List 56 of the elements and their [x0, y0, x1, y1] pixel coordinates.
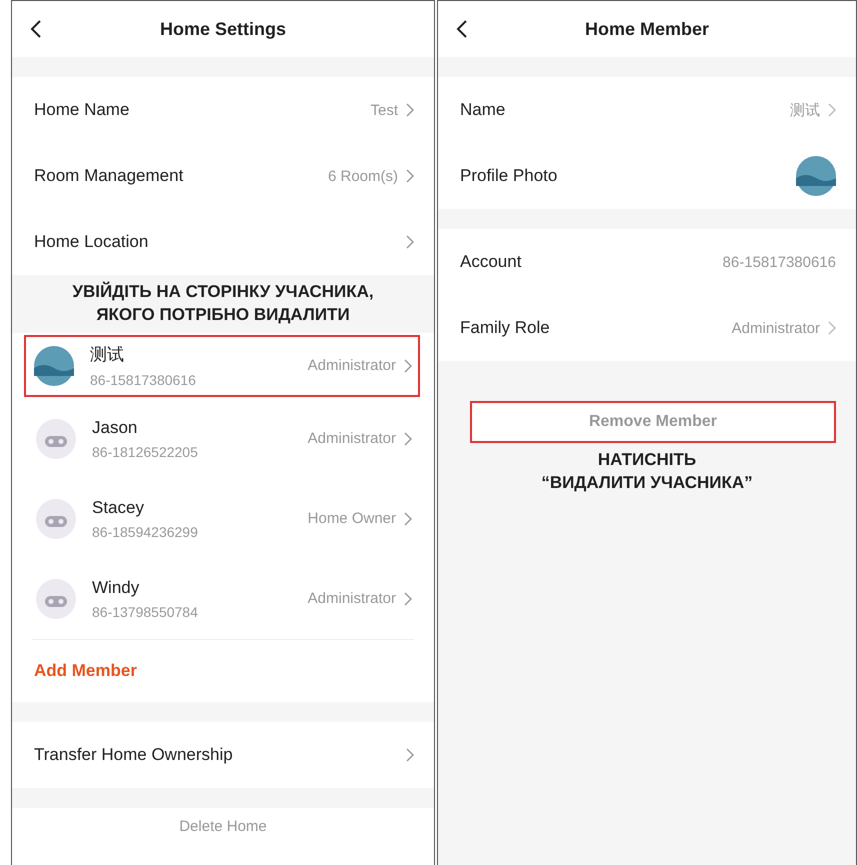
row-label: Room Management: [34, 166, 184, 186]
member-account: 86-18594236299: [92, 524, 199, 540]
row-label: Account: [460, 252, 522, 272]
member-role: Administrator: [308, 430, 396, 448]
chevron-icon: [406, 103, 414, 117]
row-label: Home Location: [34, 232, 148, 252]
settings-row[interactable]: Transfer Home Ownership: [12, 722, 434, 788]
row-label: Family Role: [460, 318, 550, 338]
settings-row[interactable]: Room Management 6 Room(s): [12, 143, 434, 209]
member-name: 测试: [90, 344, 125, 366]
chevron-icon: [406, 235, 414, 249]
default-avatar-icon: [36, 418, 76, 459]
member-name: Stacey: [92, 498, 145, 518]
chevron-icon: [404, 432, 412, 446]
chevron-icon: [406, 169, 414, 183]
chevron-icon: [828, 103, 836, 117]
member-row[interactable]: Stacey 86-18594236299 Home Owner: [12, 478, 434, 559]
default-avatar-icon: [36, 578, 76, 619]
member-row[interactable]: Windy 86-13798550784 Administrator: [12, 558, 434, 639]
member-role: Administrator: [308, 357, 396, 374]
instruction-text: ЯКОГО ПОТРІБНО ВИДАЛИТИ: [96, 304, 350, 326]
member-account: 86-18126522205: [92, 444, 199, 460]
row-label: Transfer Home Ownership: [34, 744, 233, 765]
chevron-icon: [404, 592, 412, 606]
instruction-text: НАТИСНІТЬ: [598, 449, 696, 471]
screen-title: Home Member: [584, 18, 710, 40]
member-name: Windy: [92, 578, 140, 598]
screen-title: Home Settings: [160, 18, 286, 40]
profile-photo-placeholder: [796, 156, 836, 196]
member-account: 86-13798550784: [92, 604, 199, 620]
member-account: 86-15817380616: [90, 372, 197, 388]
row-value: Test: [370, 102, 398, 118]
instruction-text: “ВИДАЛИТИ УЧАСНИКА”: [541, 472, 753, 494]
settings-row[interactable]: Home Location: [12, 209, 434, 275]
row-value: Administrator: [732, 320, 820, 336]
back-icon[interactable]: [456, 19, 468, 39]
chevron-icon: [404, 512, 412, 526]
default-avatar-icon: [36, 498, 76, 539]
settings-row[interactable]: Home Name Test: [12, 77, 434, 143]
chevron-icon: [406, 748, 414, 762]
chevron-icon: [404, 358, 412, 373]
instruction-text: УВІЙДІТЬ НА СТОРІНКУ УЧАСНИКА,: [72, 281, 374, 303]
row-value: 86-15817380616: [722, 254, 836, 270]
back-icon[interactable]: [30, 19, 42, 39]
row-label: Name: [460, 100, 506, 120]
member-role: Home Owner: [308, 510, 396, 528]
profile-photo-placeholder: [34, 346, 74, 386]
row-value: 测试: [790, 100, 820, 120]
member-row[interactable]: 测试 86-15817380616 Administrator: [24, 334, 420, 397]
chevron-icon: [828, 321, 836, 335]
member-role: Administrator: [308, 590, 396, 608]
row-value: 6 Room(s): [328, 168, 398, 184]
row-label: Home Name: [34, 100, 130, 120]
row-label: Profile Photo: [460, 166, 558, 186]
member-name: Jason: [92, 418, 138, 438]
member-row[interactable]: Jason 86-18126522205 Administrator: [12, 398, 434, 479]
